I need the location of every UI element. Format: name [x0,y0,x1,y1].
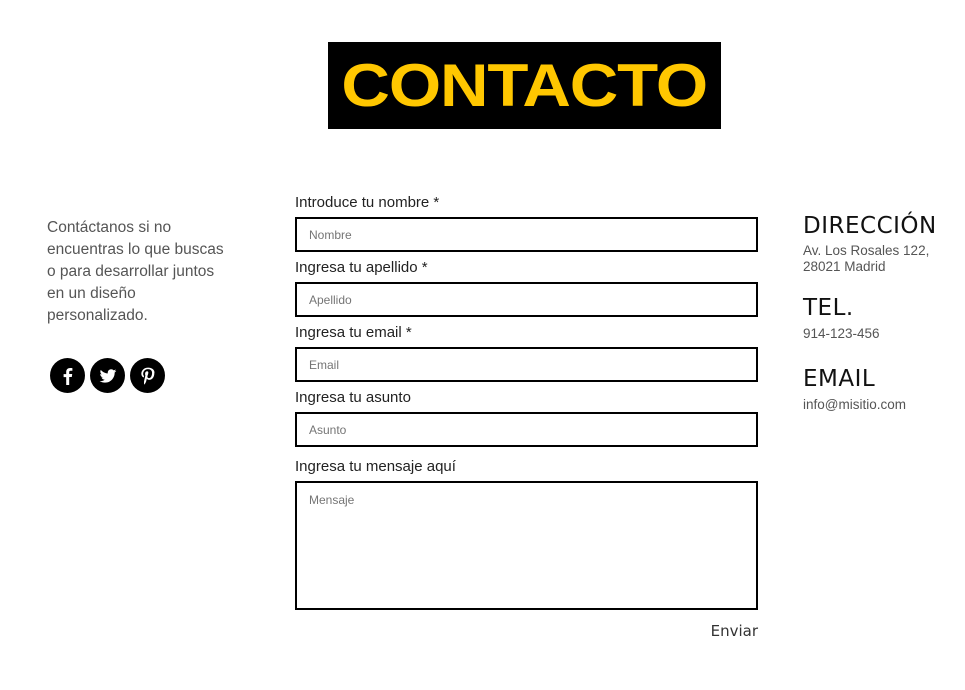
surname-label: Ingresa tu apellido * [295,259,428,276]
facebook-link[interactable] [50,358,85,393]
address-block: DIRECCIÓN Av. Los Rosales 122, 28021 Mad… [803,212,963,275]
message-label: Ingresa tu mensaje aquí [295,458,456,475]
email-address: info@misitio.com [803,397,906,412]
subject-label: Ingresa tu asunto [295,389,411,406]
address-line-1: Av. Los Rosales 122, [803,243,930,258]
twitter-link[interactable] [90,358,125,393]
submit-button[interactable]: Enviar [711,622,758,640]
phone-block: TEL. 914-123-456 [803,294,963,342]
social-links [50,358,165,393]
phone-heading: TEL. [803,295,854,321]
facebook-icon [63,367,72,385]
email-label: Ingresa tu email * [295,324,412,341]
page-title: CONTACTO [341,51,709,119]
surname-field[interactable] [295,282,758,317]
address-line-2: 28021 Madrid [803,259,886,274]
phone-number: 914-123-456 [803,326,880,341]
email-field[interactable] [295,347,758,382]
address-heading: DIRECCIÓN [803,213,937,239]
pinterest-link[interactable] [130,358,165,393]
message-field[interactable] [295,481,758,610]
name-label: Introduce tu nombre * [295,194,440,211]
pinterest-icon [140,367,154,385]
name-field[interactable] [295,217,758,252]
twitter-icon [99,368,116,383]
page-banner: CONTACTO [328,42,721,129]
email-heading: EMAIL [803,366,876,392]
email-block: EMAIL info@misitio.com [803,365,963,413]
subject-field[interactable] [295,412,758,447]
intro-text: Contáctanos si no encuentras lo que busc… [47,219,224,324]
